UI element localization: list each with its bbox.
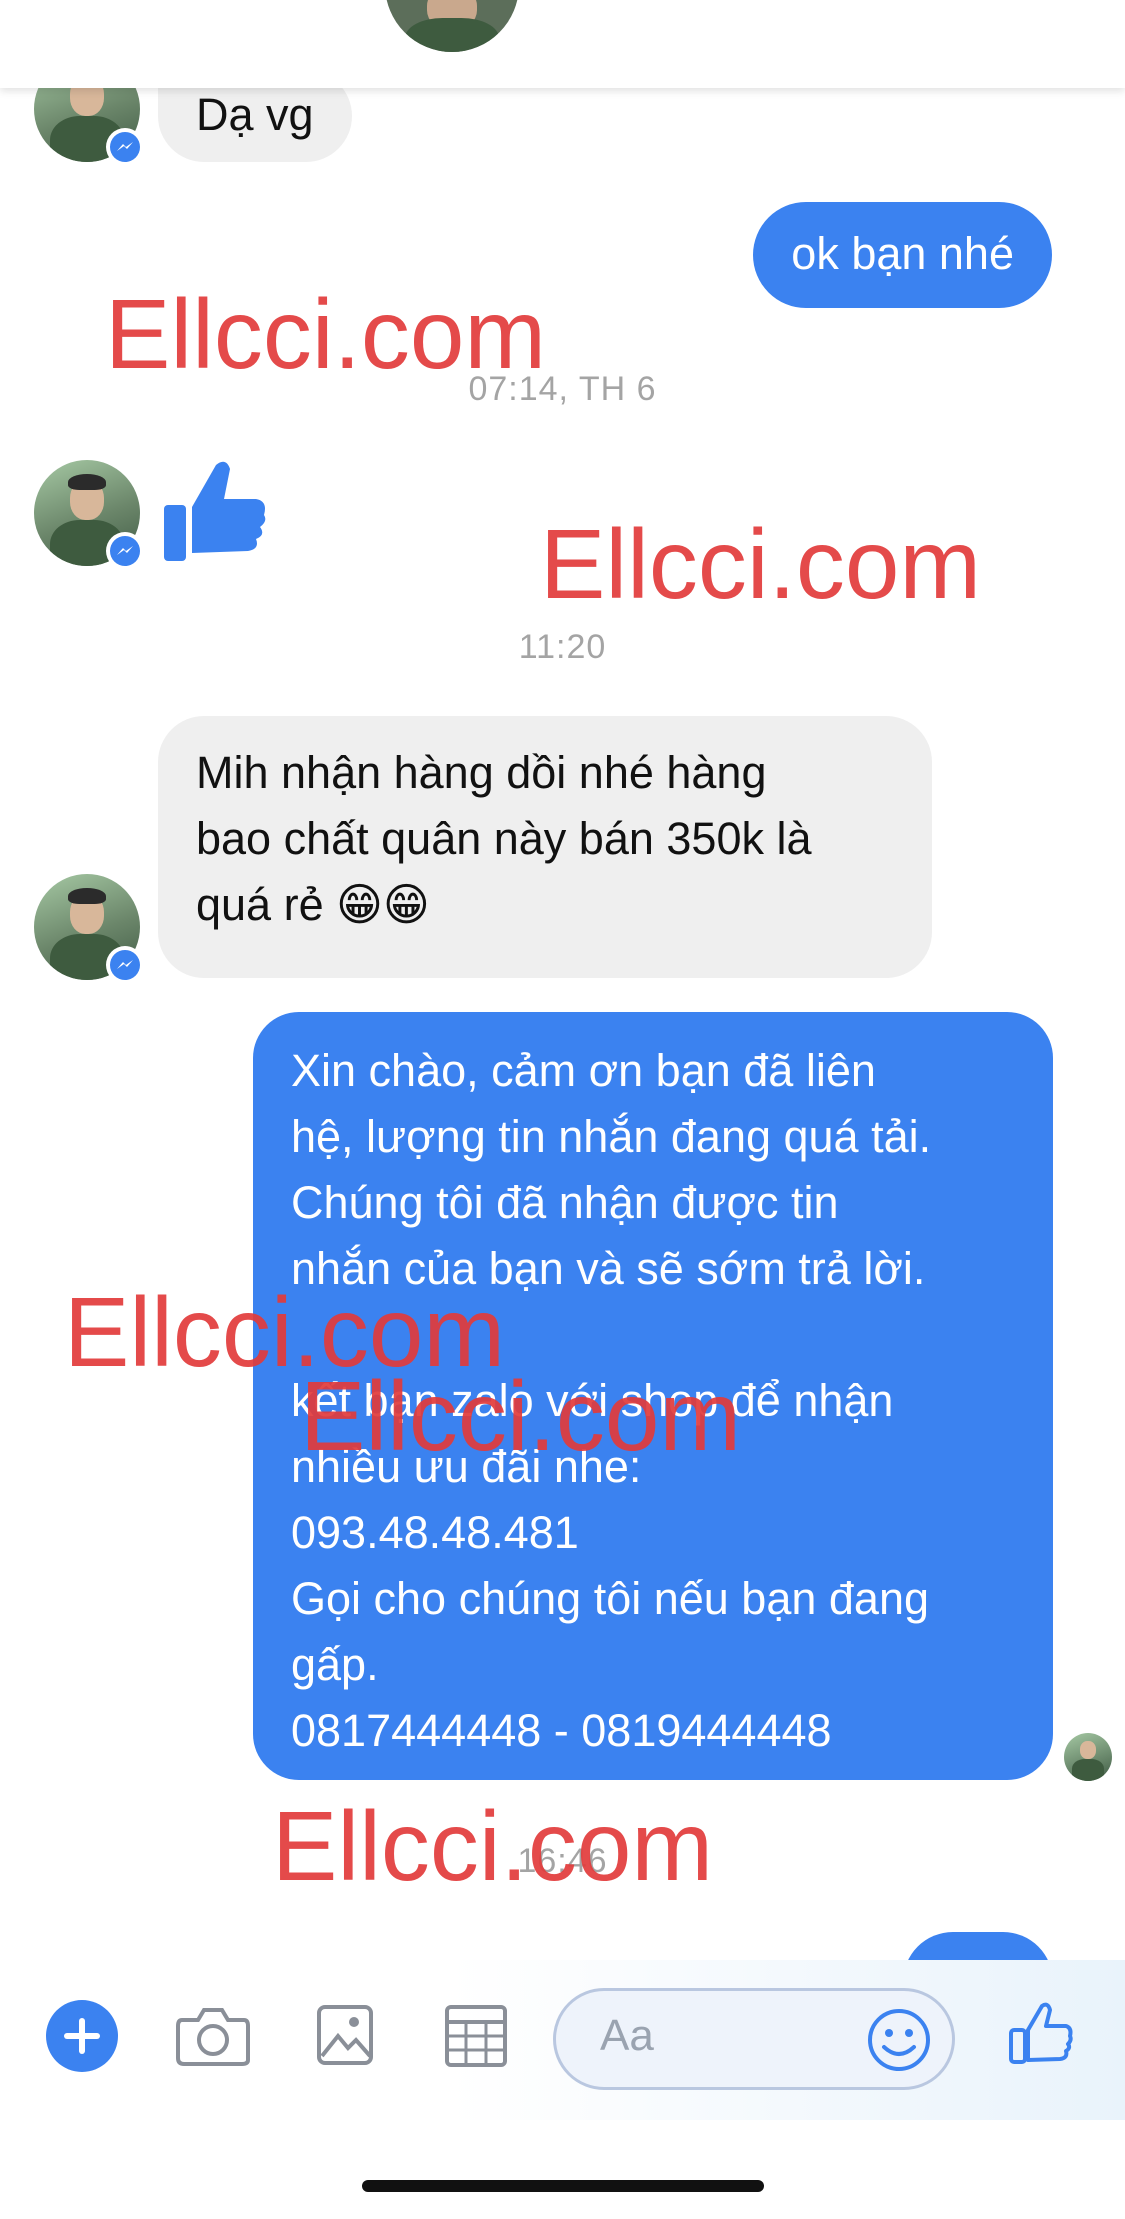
- conversation-header: [0, 0, 1125, 88]
- messenger-badge-icon: [106, 532, 144, 570]
- message-input[interactable]: Aa: [553, 1988, 955, 2090]
- watermark: Ellcci.com: [300, 1361, 742, 1471]
- message-line: Xin chào, cảm ơn bạn đã liên: [291, 1045, 876, 1096]
- message-line: Gọi cho chúng tôi nếu bạn đang: [291, 1573, 929, 1624]
- thumbs-up-icon[interactable]: [1008, 2000, 1074, 2071]
- message-line: 0817444448 - 0819444448: [291, 1705, 832, 1756]
- grid-icon[interactable]: [444, 2004, 508, 2073]
- watermark: Ellcci.com: [105, 279, 547, 389]
- contact-avatar[interactable]: [34, 874, 144, 984]
- composer-bar: Aa: [0, 1960, 1125, 2120]
- read-receipt-avatar: [1064, 1733, 1112, 1781]
- incoming-message[interactable]: Mih nhận hàng dồi nhé hàng bao chất quân…: [158, 716, 932, 978]
- watermark: Ellcci.com: [272, 1791, 714, 1901]
- messenger-badge-icon: [106, 946, 144, 984]
- watermark: Ellcci.com: [540, 509, 982, 619]
- message-line: Chúng tôi đã nhận được tin: [291, 1177, 839, 1228]
- message-line: gấp.: [291, 1639, 379, 1690]
- timestamp: 11:20: [518, 628, 607, 666]
- header-avatar[interactable]: [385, 0, 519, 52]
- image-icon[interactable]: [316, 2004, 374, 2071]
- smiley-icon[interactable]: [866, 2007, 932, 2078]
- contact-avatar[interactable]: [34, 460, 144, 570]
- camera-icon[interactable]: [176, 2004, 250, 2073]
- message-line: quá rẻ 😁😁: [196, 879, 430, 930]
- message-line: 093.48.48.481: [291, 1507, 579, 1558]
- message-line: Mih nhận hàng dồi nhé hàng: [196, 747, 767, 798]
- plus-icon[interactable]: [46, 2000, 118, 2072]
- thumbs-up-sticker-icon[interactable]: [160, 455, 270, 570]
- message-line: hệ, lượng tin nhắn đang quá tải.: [291, 1111, 932, 1162]
- outgoing-message[interactable]: ok bạn nhé: [753, 202, 1052, 308]
- home-indicator[interactable]: [362, 2180, 764, 2192]
- message-input-placeholder: Aa: [600, 2011, 654, 2060]
- message-line: bao chất quân này bán 350k là: [196, 813, 812, 864]
- messenger-badge-icon: [106, 128, 144, 166]
